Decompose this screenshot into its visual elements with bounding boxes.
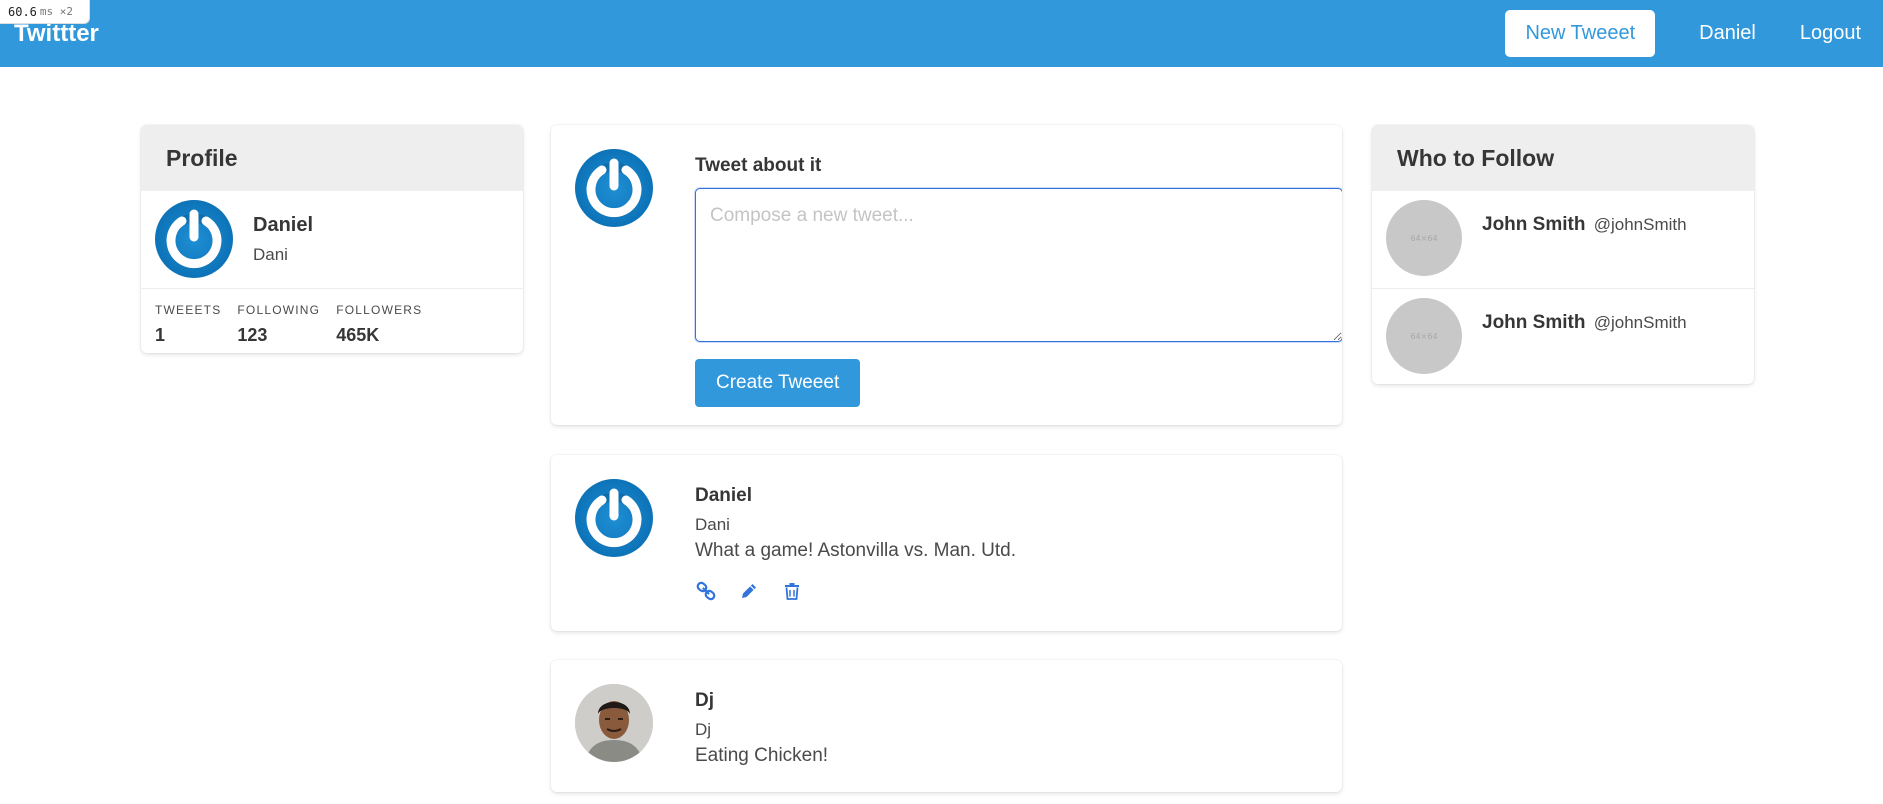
follow-text: John Smith @johnSmith xyxy=(1482,200,1687,279)
stat-value: 465K xyxy=(336,325,380,345)
profile-body: Daniel Dani xyxy=(141,191,523,289)
who-to-follow-card: Who to Follow 64×64 John Smith @johnSmit… xyxy=(1372,125,1754,384)
new-tweet-button[interactable]: New Tweeet xyxy=(1505,10,1656,57)
stat-followers[interactable]: FOLLOWERS 465K xyxy=(336,303,422,346)
tweet-card: Daniel Dani What a game! Astonvilla vs. … xyxy=(551,455,1342,631)
profile-name[interactable]: Daniel xyxy=(253,214,313,237)
follow-avatar-placeholder: 64×64 xyxy=(1386,200,1462,276)
follow-name[interactable]: John Smith xyxy=(1482,312,1585,333)
stat-following[interactable]: FOLLOWING 123 xyxy=(237,303,320,346)
tweet-content: Daniel Dani What a game! Astonvilla vs. … xyxy=(695,479,1016,602)
follow-text: John Smith @johnSmith xyxy=(1482,298,1687,378)
compose-label: Tweet about it xyxy=(695,155,822,176)
tweet-inner: Dj Dj Eating Chicken! xyxy=(551,660,1342,791)
stat-label: FOLLOWERS xyxy=(336,303,423,317)
stat-value: 1 xyxy=(155,325,166,345)
compose-inner: Tweet about it Create Tweeet xyxy=(551,125,1342,425)
profile-names: Daniel Dani xyxy=(253,200,313,279)
profile-stats: TWEEETS 1 FOLLOWING 123 FOLLOWERS 465K xyxy=(141,289,523,346)
stat-label: TWEEETS xyxy=(155,303,222,317)
compose-textarea[interactable] xyxy=(695,188,1342,342)
profile-handle: Dani xyxy=(253,245,288,264)
follow-handle: @johnSmith xyxy=(1593,313,1687,332)
tweet-author-handle: Dani xyxy=(695,515,730,534)
compose-avatar-power-icon xyxy=(575,149,653,227)
perf-unit: ms ×2 xyxy=(39,5,74,18)
profile-card: Profile Daniel Dani TWEEETS 1 FOLLOWING … xyxy=(141,125,523,353)
tweet-avatar-photo[interactable] xyxy=(575,684,653,762)
pencil-icon[interactable] xyxy=(738,580,760,602)
perf-badge: 60.6 ms ×2 xyxy=(0,0,90,24)
follow-avatar-placeholder: 64×64 xyxy=(1386,298,1462,374)
logout-link[interactable]: Logout xyxy=(1778,0,1883,67)
create-tweet-button[interactable]: Create Tweeet xyxy=(695,359,861,407)
stat-tweets[interactable]: TWEEETS 1 xyxy=(155,303,221,346)
link-icon[interactable] xyxy=(695,580,717,602)
follow-item[interactable]: 64×64 John Smith @johnSmith xyxy=(1372,289,1754,384)
tweet-author-name[interactable]: Dj xyxy=(695,690,828,712)
follow-name[interactable]: John Smith xyxy=(1482,214,1585,235)
follow-item[interactable]: 64×64 John Smith @johnSmith xyxy=(1372,191,1754,289)
navbar: Twittter New Tweeet Daniel Logout xyxy=(0,0,1883,67)
follow-handle: @johnSmith xyxy=(1593,215,1687,234)
navbar-right: New Tweeet Daniel Logout xyxy=(1505,0,1883,67)
tweet-avatar-power-icon[interactable] xyxy=(575,479,653,557)
user-link[interactable]: Daniel xyxy=(1677,0,1778,67)
profile-card-header: Profile xyxy=(141,125,523,191)
trash-icon[interactable] xyxy=(781,580,803,602)
profile-avatar-power-icon[interactable] xyxy=(155,200,233,278)
tweet-text: Eating Chicken! xyxy=(695,745,829,766)
compose-card: Tweet about it Create Tweeet xyxy=(551,125,1342,425)
stat-label: FOLLOWING xyxy=(237,303,321,317)
tweet-content: Dj Dj Eating Chicken! xyxy=(695,684,828,767)
compose-form: Tweet about it Create Tweeet xyxy=(695,149,1342,407)
tweet-author-name[interactable]: Daniel xyxy=(695,485,1016,507)
tweet-inner: Daniel Dani What a game! Astonvilla vs. … xyxy=(551,455,1342,626)
who-to-follow-header: Who to Follow xyxy=(1372,125,1754,191)
tweet-text: What a game! Astonvilla vs. Man. Utd. xyxy=(695,540,1017,561)
tweet-card: Dj Dj Eating Chicken! xyxy=(551,660,1342,792)
stat-value: 123 xyxy=(237,325,268,345)
tweet-author-handle: Dj xyxy=(695,720,712,739)
perf-value: 60.6 xyxy=(8,4,37,19)
tweet-actions xyxy=(695,580,1016,602)
